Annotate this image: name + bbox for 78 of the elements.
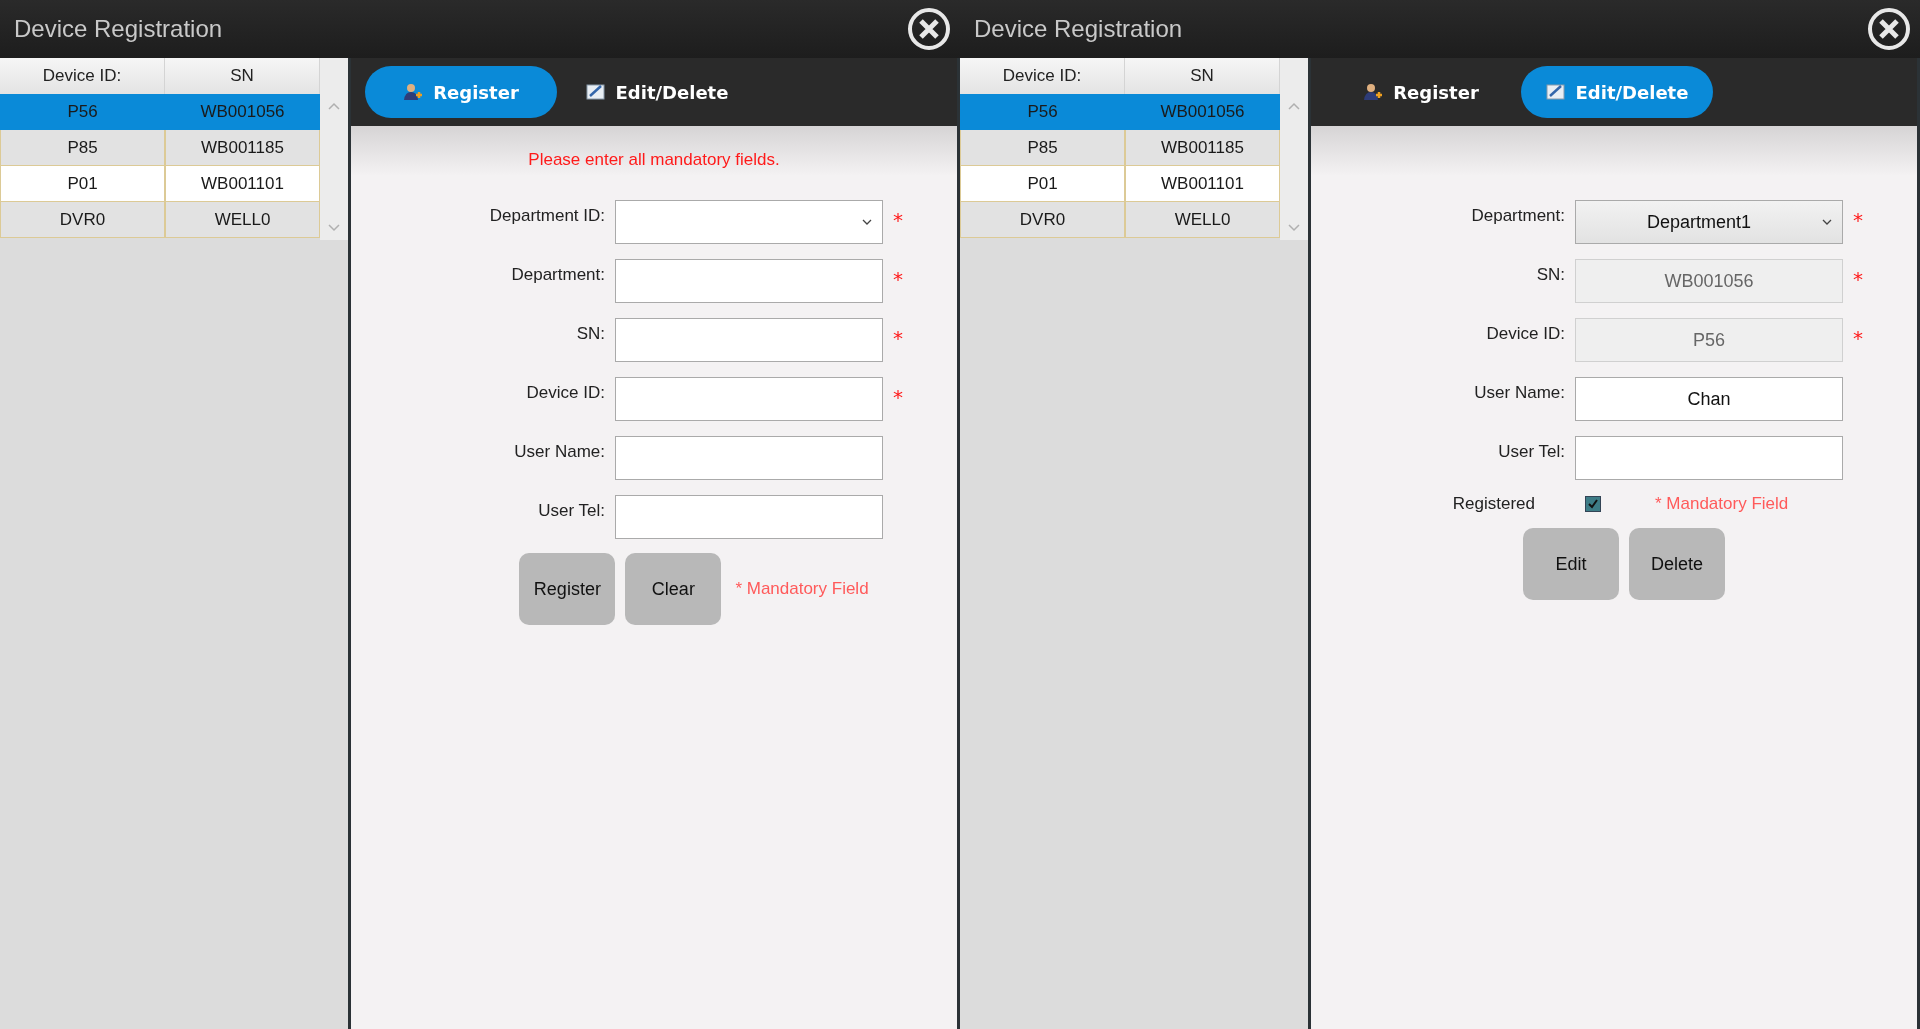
table-cell[interactable]: WB001101: [1125, 166, 1280, 202]
table-cell[interactable]: P01: [0, 166, 165, 202]
action-button[interactable]: Delete: [1629, 528, 1725, 600]
field-label: Department:: [510, 264, 605, 286]
field-label: User Tel:: [537, 500, 605, 522]
tab[interactable]: Edit/Delete: [561, 66, 753, 118]
field-label: Department:: [1470, 205, 1565, 227]
field-label: User Tel:: [1497, 441, 1565, 463]
tab[interactable]: Register: [1325, 66, 1517, 118]
table-cell[interactable]: P01: [960, 166, 1125, 202]
error-message: Please enter all mandatory fields.: [528, 150, 780, 171]
input-field[interactable]: [615, 318, 883, 362]
table-cell[interactable]: WB001185: [1125, 130, 1280, 166]
scrollbar[interactable]: [320, 58, 348, 240]
field-label: Device ID:: [1485, 323, 1565, 345]
table-cell[interactable]: DVR0: [0, 202, 165, 238]
input-field[interactable]: [615, 377, 883, 421]
input-field[interactable]: [615, 495, 883, 539]
chevron-icon: [862, 219, 872, 226]
scroll-down-icon: [1288, 224, 1300, 232]
mandatory-note: * Mandatory Field: [1655, 494, 1789, 513]
required-mark: *: [893, 266, 903, 291]
column-header[interactable]: SN: [165, 58, 320, 94]
checkbox[interactable]: [1585, 496, 1601, 512]
tab[interactable]: Register: [365, 66, 557, 118]
table-cell[interactable]: P56: [0, 94, 165, 130]
table-cell[interactable]: P85: [0, 130, 165, 166]
scroll-up-icon: [1288, 102, 1300, 110]
field-label: SN:: [1535, 264, 1565, 286]
window-title: Device Registration: [974, 15, 1183, 43]
field-label: Device ID:: [525, 382, 605, 404]
action-button[interactable]: Clear: [625, 553, 722, 625]
required-mark: *: [1853, 266, 1863, 291]
column-header[interactable]: Device ID:: [0, 58, 165, 94]
scrollbar[interactable]: [1280, 58, 1308, 240]
required-mark: *: [1853, 325, 1863, 350]
action-button[interactable]: Register: [519, 553, 616, 625]
table-cell[interactable]: P85: [960, 130, 1125, 166]
input-field[interactable]: [1575, 436, 1843, 480]
scroll-up-icon: [328, 102, 340, 110]
checkbox-label: Registered: [1451, 494, 1535, 514]
notepad-pen-icon: [585, 83, 606, 101]
close-button[interactable]: [906, 6, 952, 52]
field-label: SN:: [575, 323, 605, 345]
column-header[interactable]: Device ID:: [960, 58, 1125, 94]
dropdown-field[interactable]: [615, 200, 883, 244]
dropdown-field[interactable]: Department1: [1575, 200, 1843, 244]
notepad-pen-icon: [1545, 83, 1566, 101]
window-title: Device Registration: [14, 15, 223, 43]
required-mark: *: [893, 207, 903, 232]
table-cell[interactable]: WB001185: [165, 130, 320, 166]
column-header[interactable]: SN: [1125, 58, 1280, 94]
required-mark: *: [893, 384, 903, 409]
input-field[interactable]: Chan: [1575, 377, 1843, 421]
table-cell[interactable]: WB001056: [1125, 94, 1280, 130]
user-add-icon: [403, 82, 424, 102]
user-add-icon: [1363, 82, 1384, 102]
close-button[interactable]: [1866, 6, 1912, 52]
scroll-down-icon: [328, 224, 340, 232]
action-button[interactable]: Edit: [1523, 528, 1619, 600]
field-label: User Name:: [513, 441, 605, 463]
table-cell[interactable]: WB001101: [165, 166, 320, 202]
required-mark: *: [1853, 207, 1863, 232]
field-label: User Name:: [1473, 382, 1565, 404]
input-field[interactable]: [615, 436, 883, 480]
close-icon: [1866, 6, 1912, 52]
table-cell[interactable]: DVR0: [960, 202, 1125, 238]
table-cell[interactable]: WELL0: [165, 202, 320, 238]
table-cell[interactable]: P56: [960, 94, 1125, 130]
table-cell[interactable]: WB001056: [165, 94, 320, 130]
table-cell[interactable]: WELL0: [1125, 202, 1280, 238]
close-icon: [906, 6, 952, 52]
tab[interactable]: Edit/Delete: [1521, 66, 1713, 118]
chevron-icon: [1822, 219, 1832, 226]
field-label: Department ID:: [488, 205, 605, 227]
mandatory-note: * Mandatory Field: [735, 579, 869, 598]
required-mark: *: [893, 325, 903, 350]
input-field[interactable]: [615, 259, 883, 303]
